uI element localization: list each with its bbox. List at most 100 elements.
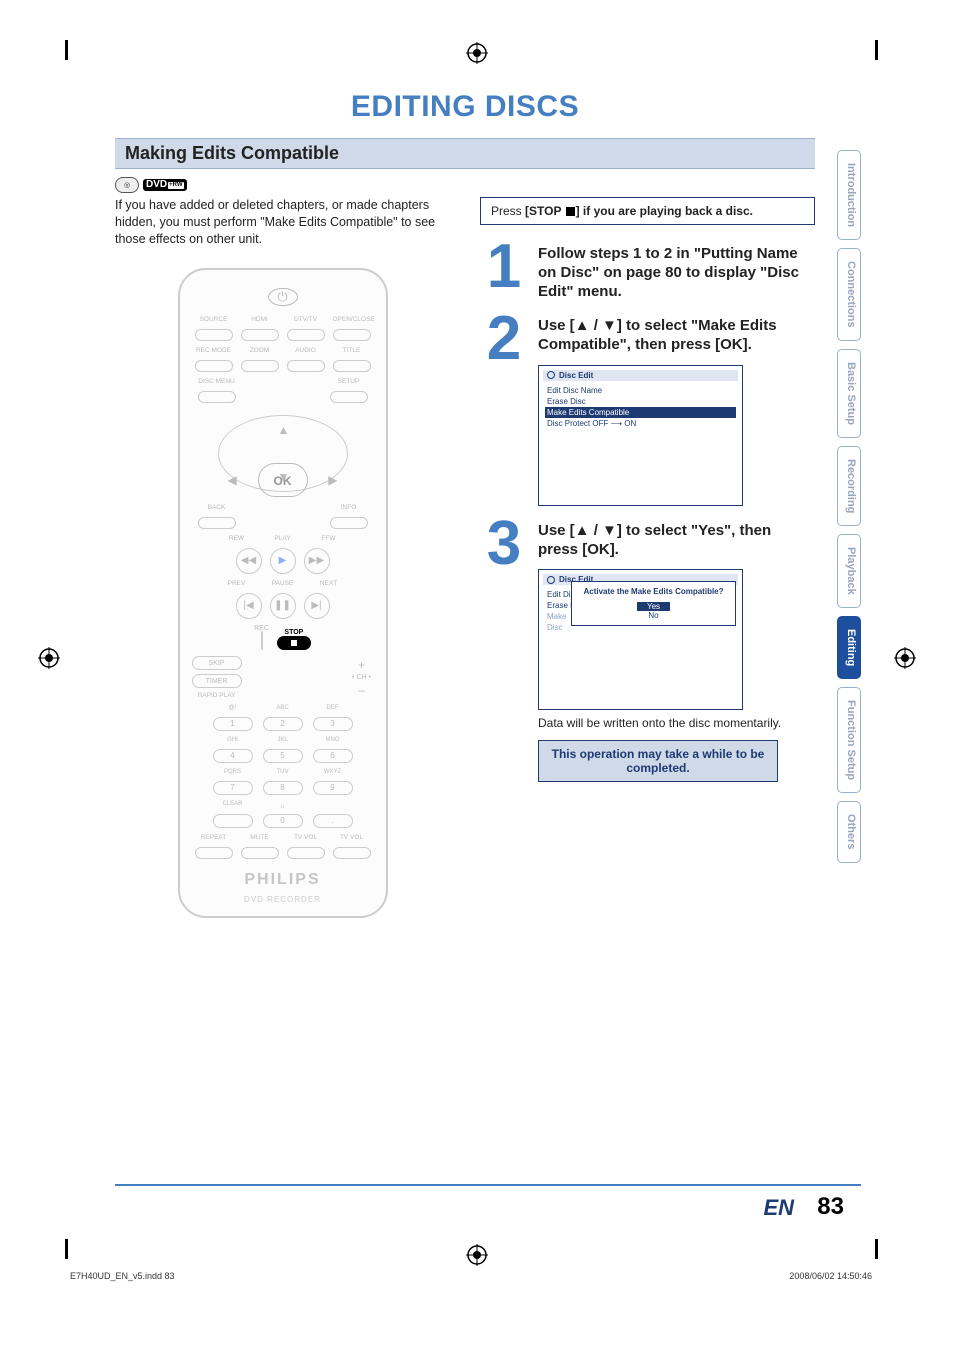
- num-button: 3: [313, 717, 353, 731]
- disc-dot-icon: [547, 371, 555, 379]
- footer-rule: [115, 1184, 861, 1186]
- tab-connections: Connections: [837, 248, 861, 341]
- remote-label: REPEAT: [195, 834, 233, 841]
- remote-label: FFW: [310, 535, 348, 542]
- press-bold: [STOP: [525, 204, 565, 218]
- step-text: Use [▲ / ▼] to select "Make Edits Compat…: [538, 317, 815, 355]
- num-button: 5: [263, 749, 303, 763]
- remote-button: [195, 360, 233, 372]
- remote-button: [261, 631, 263, 650]
- remote-button: [333, 360, 371, 372]
- job-info-left: E7H40UD_EN_v5.indd 83: [70, 1271, 175, 1281]
- num-button: .: [313, 814, 353, 828]
- operation-note-box: This operation may take a while to be co…: [538, 740, 778, 782]
- num-button: 9: [313, 781, 353, 795]
- dpad: OK ▲ ▼ ◀ ▶: [218, 415, 348, 492]
- osd-item: Disc Protect OFF ⟶ ON: [545, 418, 736, 429]
- remote-button: [333, 847, 371, 859]
- press-prefix: Press: [491, 204, 525, 218]
- osd-screenshot-step3: Disc Edit Edit Disc Name Erase Disc Make…: [538, 569, 743, 710]
- remote-label: HDMI: [241, 316, 279, 323]
- prev-icon: |◀: [236, 593, 262, 619]
- remote-label: @!: [213, 705, 253, 711]
- skip-button: SKIP: [192, 656, 242, 670]
- remote-label: DTV/TV: [287, 316, 325, 323]
- section-heading-bar: Making Edits Compatible: [115, 138, 815, 169]
- content-area: EDITING DISCS Making Edits Compatible ◎ …: [115, 90, 815, 918]
- osd-confirm-dialog: Activate the Make Edits Compatible? Yes …: [571, 581, 736, 626]
- num-button: 4: [213, 749, 253, 763]
- registration-mark-icon: [894, 647, 916, 669]
- crop-tick: [65, 1239, 68, 1259]
- tab-editing: Editing: [837, 616, 861, 679]
- remote-label: JKL: [263, 737, 303, 743]
- remote-label: PLAY: [264, 535, 302, 542]
- remote-button: [198, 517, 236, 529]
- remote-button: [287, 329, 325, 341]
- remote-label: MUTE: [241, 834, 279, 841]
- remote-label: TITLE: [333, 347, 371, 354]
- step-text: Follow steps 1 to 2 in "Putting Name on …: [538, 245, 815, 301]
- step-number: 3: [480, 516, 528, 572]
- step-number: 2: [480, 311, 528, 367]
- remote-label: INFO: [330, 504, 368, 511]
- remote-label: ␣: [263, 801, 303, 808]
- power-icon: ⏻: [268, 288, 298, 306]
- remote-label: CLEAR: [213, 801, 253, 808]
- remote-label: REC MODE: [195, 347, 233, 354]
- num-button: 0: [263, 814, 303, 828]
- remote-label: ABC: [263, 705, 303, 711]
- stop-button-icon: [277, 636, 311, 650]
- timer-button: TIMER: [192, 674, 242, 688]
- step-3: 3 Use [▲ / ▼] to select "Yes", then pres…: [480, 516, 815, 783]
- step-2: 2 Use [▲ / ▼] to select "Make Edits Comp…: [480, 311, 815, 506]
- osd-item-highlighted: Make Edits Compatible: [545, 407, 736, 418]
- remote-label: SOURCE: [195, 316, 233, 323]
- remote-label: PQRS: [213, 769, 253, 775]
- osd-item: Erase Disc: [545, 396, 736, 407]
- crop-tick: [875, 1239, 878, 1259]
- section-heading: Making Edits Compatible: [125, 143, 805, 164]
- minus-icon: –: [350, 683, 374, 697]
- disc-dot-icon: [547, 576, 555, 584]
- remote-button: [330, 517, 368, 529]
- page: Introduction Connections Basic Setup Rec…: [0, 0, 954, 1351]
- step-number: 1: [480, 239, 528, 295]
- play-icon: ▶: [270, 548, 296, 574]
- remote-label: SETUP: [330, 378, 368, 385]
- registration-mark-icon: [466, 1244, 488, 1266]
- remote-label: GHI: [213, 737, 253, 743]
- remote-label: [313, 801, 353, 808]
- stop-square-icon: [566, 207, 575, 216]
- tab-function-setup: Function Setup: [837, 687, 861, 793]
- remote-button: [195, 847, 233, 859]
- remote-label: MNO: [313, 737, 353, 743]
- remote-button: [195, 329, 233, 341]
- tab-recording: Recording: [837, 446, 861, 526]
- next-icon: ▶|: [304, 593, 330, 619]
- step-1: 1 Follow steps 1 to 2 in "Putting Name o…: [480, 239, 815, 301]
- footer-page-number: 83: [817, 1193, 844, 1221]
- num-button: 7: [213, 781, 253, 795]
- remote-label: TV VOL: [333, 834, 371, 841]
- dvd-badge: DVD+RW: [143, 179, 187, 191]
- press-suffix: ] if you are playing back a disc.: [576, 204, 753, 218]
- remote-button: [241, 329, 279, 341]
- tab-playback: Playback: [837, 534, 861, 608]
- remote-button: [241, 847, 279, 859]
- osd-item: Edit Disc Name: [545, 385, 736, 396]
- rewind-icon: ◀◀: [236, 548, 262, 574]
- side-tab-rail: Introduction Connections Basic Setup Rec…: [837, 150, 861, 863]
- ffw-icon: ▶▶: [304, 548, 330, 574]
- remote-label: NEXT: [310, 580, 348, 587]
- remote-label: ZOOM: [241, 347, 279, 354]
- plus-icon: +: [350, 658, 374, 672]
- num-button: 6: [313, 749, 353, 763]
- step-subtext: Data will be written onto the disc momen…: [538, 716, 815, 730]
- remote-label: PREV: [218, 580, 256, 587]
- disc-type-badge: ◎ DVD+RW: [115, 177, 815, 193]
- left-column: If you have added or deleted chapters, o…: [115, 197, 450, 918]
- tab-basic-setup: Basic Setup: [837, 349, 861, 438]
- page-title: EDITING DISCS: [115, 90, 815, 124]
- osd-screenshot-step2: Disc Edit Edit Disc Name Erase Disc Make…: [538, 365, 743, 506]
